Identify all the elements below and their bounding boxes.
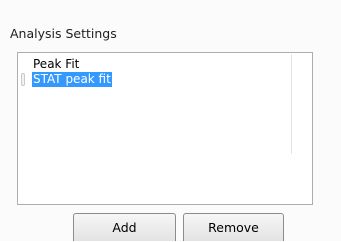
analysis-settings-panel: Analysis Settings Peak Fit STAT peak fit… bbox=[0, 0, 341, 241]
group-title: Analysis Settings bbox=[10, 26, 117, 41]
list-items: Peak Fit STAT peak fit bbox=[18, 57, 292, 87]
list-column-divider bbox=[291, 54, 312, 154]
list-item-label: Peak Fit bbox=[33, 57, 80, 71]
analysis-settings-list[interactable]: Peak Fit STAT peak fit bbox=[17, 52, 313, 205]
edit-grip-icon bbox=[21, 73, 25, 86]
remove-button[interactable]: Remove bbox=[183, 213, 284, 241]
add-button[interactable]: Add bbox=[73, 213, 176, 241]
list-item-stat-peak-fit[interactable]: STAT peak fit bbox=[18, 72, 292, 87]
list-item-peak-fit[interactable]: Peak Fit bbox=[18, 57, 292, 72]
list-item-label: STAT peak fit bbox=[32, 72, 112, 87]
